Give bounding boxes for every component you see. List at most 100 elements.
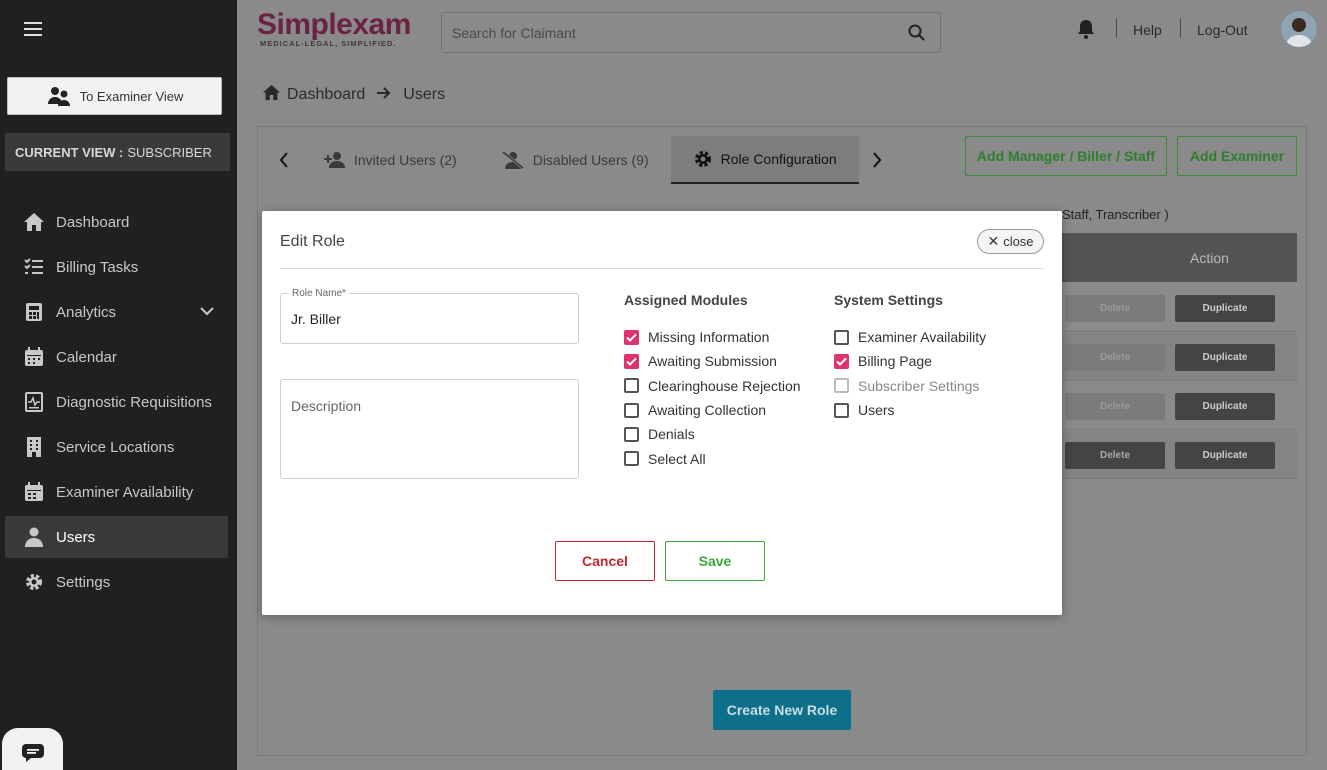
delete-role-button[interactable]: Delete <box>1065 393 1165 420</box>
save-button[interactable]: Save <box>665 541 765 581</box>
tabs-prev-button[interactable] <box>266 136 302 184</box>
header-divider <box>1180 18 1181 38</box>
duplicate-role-button[interactable]: Duplicate <box>1175 344 1275 371</box>
checkbox-empty-icon <box>834 378 849 394</box>
sidebar-item-dashboard[interactable]: Dashboard <box>5 201 228 243</box>
checkbox-label: Billing Page <box>858 353 932 370</box>
bell-icon[interactable] <box>1077 19 1095 44</box>
setting-examiner-availability-checkbox[interactable]: Examiner Availability <box>834 325 986 349</box>
calculator-icon <box>23 301 45 323</box>
sidebar-item-service-locations[interactable]: Service Locations <box>5 426 228 468</box>
module-select-all-checkbox[interactable]: Select All <box>624 446 801 470</box>
home-icon[interactable] <box>262 84 281 106</box>
users-swap-icon <box>47 87 70 106</box>
sidebar-item-users[interactable]: Users <box>5 516 228 558</box>
tab-label: Disabled Users (9) <box>532 152 649 168</box>
chevron-left-icon <box>279 152 288 168</box>
chevron-right-icon <box>872 152 881 168</box>
checkbox-empty-icon <box>624 451 639 467</box>
checkbox-label: Awaiting Submission <box>648 353 777 370</box>
breadcrumb-dashboard[interactable]: Dashboard <box>287 86 365 104</box>
logout-link[interactable]: Log-Out <box>1197 22 1248 38</box>
module-clearinghouse-rejection-checkbox[interactable]: Clearinghouse Rejection <box>624 374 801 398</box>
calendar-check-icon <box>23 481 45 503</box>
module-missing-information-checkbox[interactable]: Missing Information <box>624 325 801 349</box>
delete-role-button[interactable]: Delete <box>1065 442 1165 469</box>
sidebar-item-examiner-availability[interactable]: Examiner Availability <box>5 471 228 513</box>
simplexam-logo[interactable]: Simplexam MEDICAL-LEGAL, SIMPLIFIED. <box>257 8 411 48</box>
chevron-down-icon[interactable] <box>200 303 214 320</box>
tab-label: Role Configuration <box>720 151 837 167</box>
description-input[interactable] <box>281 380 578 478</box>
current-view-label: CURRENT VIEW : <box>15 144 124 160</box>
tab-role-configuration[interactable]: Role Configuration <box>670 136 859 184</box>
table-row: Delete Duplicate <box>1062 431 1297 479</box>
table-header-action: Action <box>1062 233 1297 282</box>
search-icon[interactable] <box>908 24 926 47</box>
setting-billing-page-checkbox[interactable]: Billing Page <box>834 349 986 373</box>
close-button[interactable]: ✕ close <box>977 229 1044 254</box>
current-view-indicator: CURRENT VIEW : SUBSCRIBER <box>5 133 230 171</box>
sidebar-item-label: Billing Tasks <box>56 258 139 276</box>
hamburger-menu-icon[interactable] <box>24 22 42 36</box>
sidebar-item-label: Examiner Availability <box>56 483 194 501</box>
duplicate-role-button[interactable]: Duplicate <box>1175 442 1275 469</box>
duplicate-role-button[interactable]: Duplicate <box>1175 393 1275 420</box>
cancel-button[interactable]: Cancel <box>555 541 655 581</box>
chat-icon <box>21 744 44 762</box>
user-plus-icon <box>324 152 345 168</box>
modal-title: Edit Role <box>280 233 345 250</box>
gear-icon <box>694 151 711 167</box>
delete-role-button[interactable]: Delete <box>1065 295 1165 322</box>
modal-divider <box>280 268 1044 269</box>
breadcrumb: Dashboard Users <box>262 84 445 106</box>
module-awaiting-submission-checkbox[interactable]: Awaiting Submission <box>624 349 801 373</box>
sidebar-item-label: Service Locations <box>56 438 175 456</box>
sidebar-item-label: Users <box>56 528 96 546</box>
role-info-text: Staff, Transcriber ) <box>1062 207 1169 222</box>
duplicate-role-button[interactable]: Duplicate <box>1175 295 1275 322</box>
role-name-field: Role Name* <box>280 288 579 344</box>
tab-invited-users[interactable]: Invited Users (2) <box>302 136 479 184</box>
module-denials-checkbox[interactable]: Denials <box>624 422 801 446</box>
gear-icon <box>23 571 45 593</box>
sidebar-item-diagnostic-requisitions[interactable]: Diagnostic Requisitions <box>5 381 228 423</box>
add-examiner-button[interactable]: Add Examiner <box>1177 136 1297 176</box>
chat-widget-button[interactable] <box>2 728 63 770</box>
sidebar-item-settings[interactable]: Settings <box>5 561 228 603</box>
checkbox-label: Awaiting Collection <box>648 402 767 419</box>
sidebar: To Examiner View CURRENT VIEW : SUBSCRIB… <box>0 0 237 770</box>
to-examiner-view-button[interactable]: To Examiner View <box>7 77 222 115</box>
help-link[interactable]: Help <box>1133 22 1162 38</box>
checkbox-empty-icon <box>624 402 639 418</box>
delete-role-button[interactable]: Delete <box>1065 344 1165 371</box>
sidebar-item-calendar[interactable]: Calendar <box>5 336 228 378</box>
checkbox-label: Denials <box>648 426 695 443</box>
role-name-input[interactable] <box>281 294 578 343</box>
checkbox-checked-icon <box>624 353 639 369</box>
checkbox-empty-icon <box>624 426 639 442</box>
create-new-role-button[interactable]: Create New Role <box>713 690 851 730</box>
logo-wordmark: Simplexam <box>257 8 411 41</box>
role-name-label: Role Name* <box>289 288 349 299</box>
setting-users-checkbox[interactable]: Users <box>834 398 986 422</box>
sidebar-item-label: Analytics <box>56 303 117 321</box>
add-manager-biller-staff-button[interactable]: Add Manager / Biller / Staff <box>965 136 1167 176</box>
tab-label: Invited Users (2) <box>354 152 457 168</box>
list-icon <box>23 256 45 278</box>
checkbox-label: Subscriber Settings <box>858 377 980 394</box>
table-row: Delete Duplicate <box>1062 333 1297 381</box>
tabs-next-button[interactable] <box>859 136 895 184</box>
edit-role-modal: Edit Role ✕ close Role Name* Assigned Mo… <box>262 211 1062 615</box>
checkbox-empty-icon <box>834 329 849 345</box>
system-settings-list: Examiner Availability Billing Page Subsc… <box>834 325 986 422</box>
avatar[interactable] <box>1281 11 1317 47</box>
assigned-modules-title: Assigned Modules <box>624 292 748 308</box>
tab-disabled-users[interactable]: Disabled Users (9) <box>479 136 671 184</box>
sidebar-item-analytics[interactable]: Analytics <box>5 291 228 333</box>
module-awaiting-collection-checkbox[interactable]: Awaiting Collection <box>624 398 801 422</box>
sidebar-item-billing-tasks[interactable]: Billing Tasks <box>5 246 228 288</box>
search-input[interactable] <box>442 13 882 52</box>
sidebar-item-label: Calendar <box>56 348 117 366</box>
checkbox-label: Examiner Availability <box>858 329 987 346</box>
